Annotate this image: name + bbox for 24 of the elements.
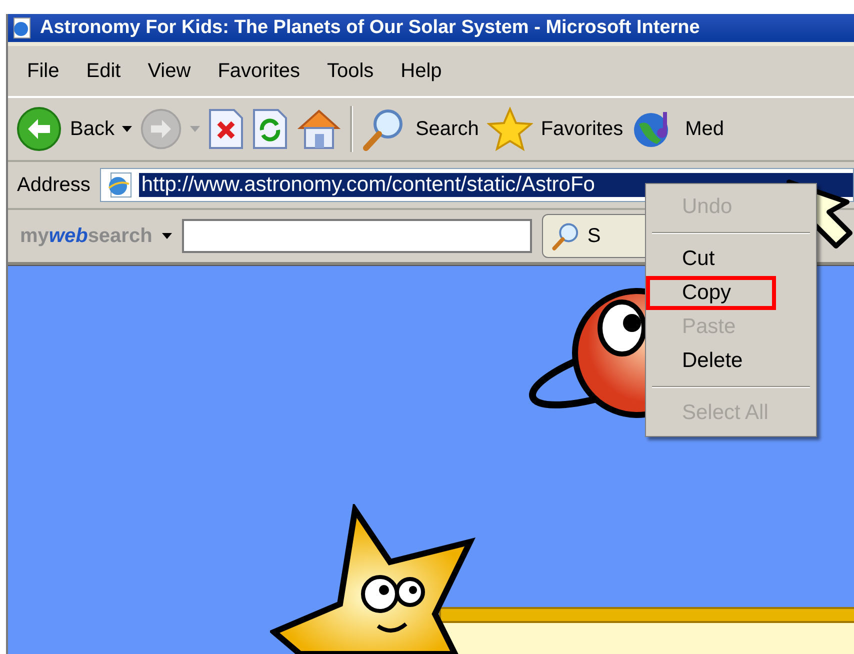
- menu-item[interactable]: File: [18, 56, 68, 86]
- menu-item[interactable]: Tools: [318, 56, 383, 86]
- search-button[interactable]: Search: [361, 106, 479, 152]
- search-field[interactable]: [182, 219, 532, 253]
- star-icon: [486, 106, 533, 152]
- refresh-page-icon: [252, 108, 288, 150]
- address-label: Address: [17, 174, 90, 196]
- dropdown-caret-icon[interactable]: [162, 233, 172, 239]
- mouse-pointer-icon: [785, 178, 854, 250]
- stop-page-icon: [208, 108, 244, 150]
- search-brand-logo: mywebsearch: [20, 224, 152, 248]
- back-button[interactable]: Back: [16, 106, 114, 152]
- favorites-button[interactable]: Favorites: [486, 106, 624, 152]
- menu-item[interactable]: View: [138, 56, 200, 86]
- menu-item[interactable]: Delete: [646, 344, 776, 378]
- media-button[interactable]: Med: [631, 106, 724, 152]
- menu-item[interactable]: Favorites: [208, 56, 309, 86]
- window-title: Astronomy For Kids: The Planets of Our Solar System - Microsoft Interne: [40, 17, 700, 39]
- menu-item[interactable]: Copy: [646, 276, 776, 310]
- menu-item[interactable]: Edit: [77, 56, 130, 86]
- dropdown-caret-icon[interactable]: [122, 126, 132, 132]
- menu-item[interactable]: Help: [392, 56, 451, 86]
- stop-button[interactable]: [208, 108, 244, 150]
- refresh-button[interactable]: [252, 108, 288, 150]
